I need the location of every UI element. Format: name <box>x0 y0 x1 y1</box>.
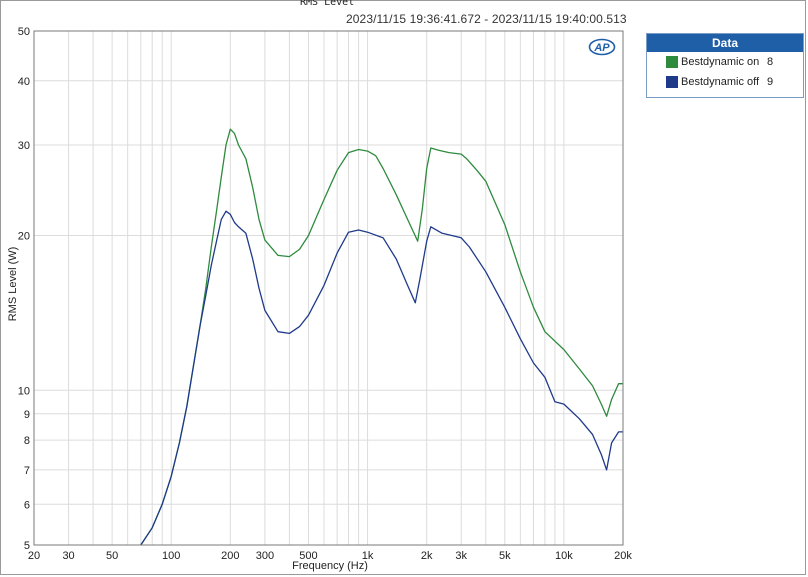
legend-swatch <box>666 76 678 88</box>
x-axis-label: Frequency (Hz) <box>292 560 368 572</box>
y-tick-label: 7 <box>24 465 30 477</box>
y-tick-label: 30 <box>18 140 30 152</box>
x-tick-label: 10k <box>555 550 573 562</box>
x-tick-label: 5k <box>499 550 511 562</box>
y-tick-label: 10 <box>18 385 30 397</box>
legend-item-bestdynamic-on[interactable]: Bestdynamic on 8 <box>647 52 803 72</box>
y-tick-label: 20 <box>18 231 30 243</box>
series-line-bestdynamic-off <box>140 210 623 546</box>
y-tick-label: 5 <box>24 540 30 552</box>
x-tick-label: 2k <box>421 550 433 562</box>
y-tick-label: 40 <box>18 76 30 88</box>
y-tick-label: 8 <box>24 435 30 447</box>
x-tick-label: 30 <box>62 550 74 562</box>
y-tick-label: 50 <box>18 26 30 38</box>
series-line-bestdynamic-on <box>140 128 623 546</box>
legend-swatch <box>666 56 678 68</box>
x-tick-label: 3k <box>455 550 467 562</box>
y-tick-label: 6 <box>24 499 30 511</box>
legend-label: Bestdynamic on <box>681 56 760 68</box>
ap-logo-icon: AP <box>588 38 616 56</box>
legend-panel: Data Bestdynamic on 8 Bestdynamic off 9 <box>646 33 804 98</box>
x-tick-label: 200 <box>221 550 239 562</box>
x-tick-label: 100 <box>162 550 180 562</box>
y-tick-label: 9 <box>24 409 30 421</box>
legend-number: 9 <box>767 76 774 88</box>
legend-header: Data <box>647 34 803 52</box>
x-tick-label: 50 <box>106 550 118 562</box>
legend-number: 8 <box>767 56 774 68</box>
ap-logo-text: AP <box>593 42 610 54</box>
x-tick-label: 20k <box>614 550 632 562</box>
y-axis-label: RMS Level (W) <box>7 246 19 322</box>
legend-label: Bestdynamic off <box>681 76 760 88</box>
legend-item-bestdynamic-off[interactable]: Bestdynamic off 9 <box>647 72 803 92</box>
